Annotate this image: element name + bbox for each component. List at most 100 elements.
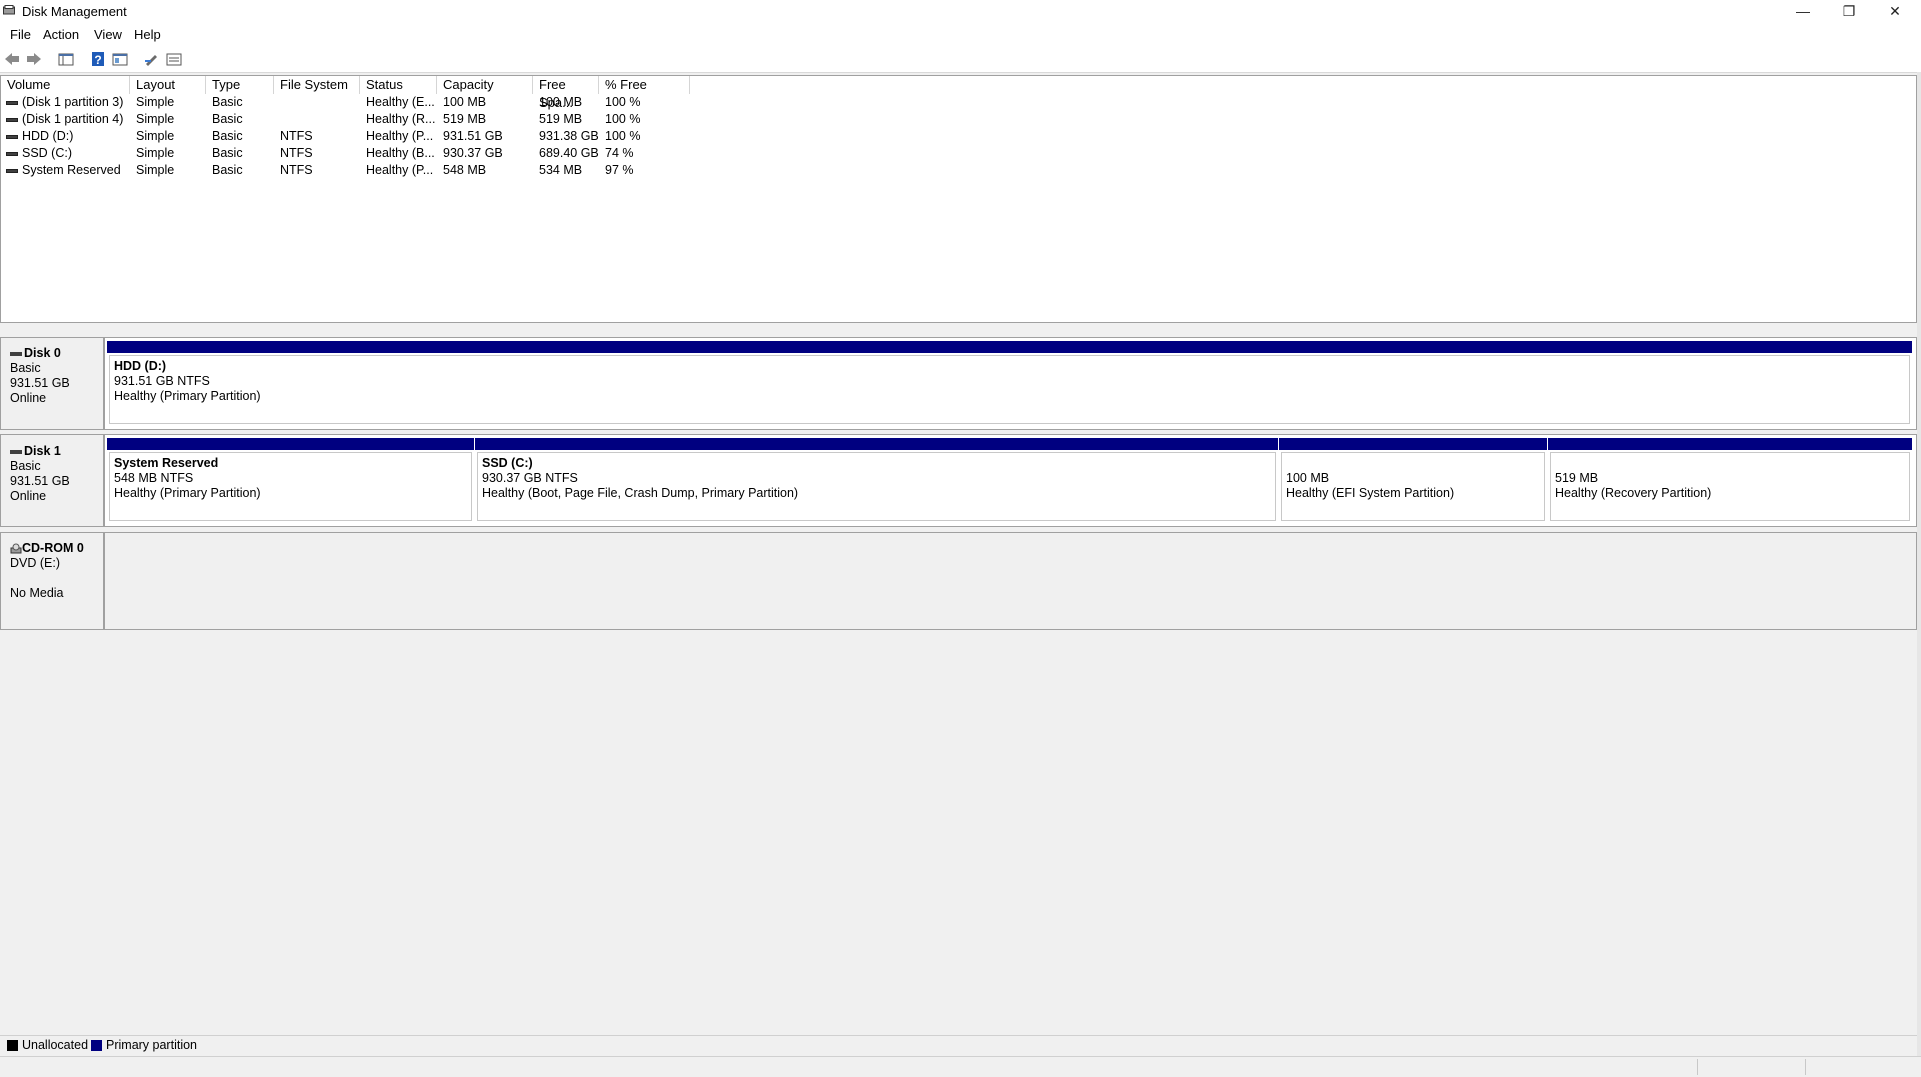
partition-efi-system[interactable]: 100 MB Healthy (EFI System Partition) <box>1279 438 1547 523</box>
cell-type: Basic <box>212 146 243 160</box>
partition-name: System Reserved <box>114 456 219 470</box>
disk-0-name: Disk 0 <box>24 346 61 360</box>
partition-name <box>1555 456 1905 471</box>
partition-name <box>1286 456 1540 471</box>
table-row[interactable]: HDD (D:) Simple Basic NTFS Healthy (P...… <box>1 128 1916 145</box>
cell-capacity: 931.51 GB <box>443 129 503 143</box>
cell-type: Basic <box>212 163 243 177</box>
cell-status: Healthy (R... <box>366 112 436 126</box>
partition-size: 100 MB <box>1286 471 1330 485</box>
column-header-free-space[interactable]: Free Spa... <box>533 76 599 110</box>
disk-1-type: Basic <box>10 459 41 473</box>
disk-1-size: 931.51 GB <box>10 474 70 488</box>
close-button[interactable]: ✕ <box>1872 0 1918 24</box>
cell-file-system <box>274 94 360 111</box>
cell-status: Healthy (E... <box>366 95 435 109</box>
column-header-layout[interactable]: Layout <box>130 76 206 94</box>
cdrom-0-drive: DVD (E:) <box>10 556 60 570</box>
cell-volume: HDD (D:) <box>22 129 74 143</box>
partition-status: Healthy (Recovery Partition) <box>1555 486 1712 500</box>
restore-button[interactable]: ❐ <box>1826 0 1872 24</box>
table-row[interactable]: System Reserved Simple Basic NTFS Health… <box>1 162 1916 179</box>
cdrom-0-media-area[interactable] <box>104 532 1917 630</box>
cell-volume: SSD (C:) <box>22 146 72 160</box>
menu-view[interactable]: View <box>94 27 122 42</box>
column-header-file-system[interactable]: File System <box>274 76 360 94</box>
partition-size: 931.51 GB NTFS <box>114 374 210 388</box>
partition-name: HDD (D:) <box>114 359 167 373</box>
cdrom-0-status: No Media <box>10 586 64 600</box>
help-icon[interactable]: ? <box>89 50 107 68</box>
cell-free-space: 519 MB <box>539 112 583 126</box>
partition-status: Healthy (Primary Partition) <box>114 486 261 500</box>
cell-file-system: NTFS <box>280 163 313 177</box>
disk-icon <box>10 449 22 454</box>
disk-0-partitions: HDD (D:) 931.51 GB NTFS Healthy (Primary… <box>104 337 1917 430</box>
cell-layout: Simple <box>136 129 175 143</box>
cell-status: Healthy (P... <box>366 129 434 143</box>
table-row[interactable]: (Disk 1 partition 4) Simple Basic Health… <box>1 111 1916 128</box>
properties-icon[interactable] <box>111 50 129 68</box>
menu-action[interactable]: Action <box>43 27 79 42</box>
toolbar: ? <box>0 46 1921 73</box>
legend-unallocated: Unallocated <box>22 1038 89 1052</box>
table-row[interactable]: SSD (C:) Simple Basic NTFS Healthy (B...… <box>1 145 1916 162</box>
cdrom-0-label[interactable]: CD-ROM 0 DVD (E:) No Media <box>0 532 104 630</box>
partition-name: SSD (C:) <box>482 456 533 470</box>
column-header-capacity[interactable]: Capacity <box>437 76 533 94</box>
forward-icon[interactable] <box>25 50 43 68</box>
partition-recovery[interactable]: 519 MB Healthy (Recovery Partition) <box>1548 438 1912 523</box>
cell-type: Basic <box>212 95 243 109</box>
edit-icon[interactable] <box>143 50 161 68</box>
cell-capacity: 100 MB <box>443 95 487 109</box>
cdrom-0-name: CD-ROM 0 <box>22 541 84 555</box>
disk-1-label[interactable]: Disk 1 Basic 931.51 GB Online <box>0 434 104 527</box>
partition-status: Healthy (Primary Partition) <box>114 389 261 403</box>
cell-layout: Simple <box>136 112 175 126</box>
window-scrollbar[interactable] <box>1917 72 1921 1056</box>
cell-layout: Simple <box>136 95 175 109</box>
primary-partition-bar <box>107 438 474 450</box>
disk-0-label[interactable]: Disk 0 Basic 931.51 GB Online <box>0 337 104 430</box>
volume-list: Volume Layout Type File System Status Ca… <box>0 75 1917 323</box>
minimize-button[interactable]: — <box>1780 0 1826 24</box>
primary-partition-bar <box>1548 438 1912 450</box>
column-header-type[interactable]: Type <box>206 76 274 94</box>
column-header-status[interactable]: Status <box>360 76 437 94</box>
cell-volume: System Reserved <box>22 163 121 177</box>
menu-help[interactable]: Help <box>134 27 161 42</box>
cell-status: Healthy (P... <box>366 163 434 177</box>
primary-partition-bar <box>1279 438 1547 450</box>
title-bar: Disk Management — ❐ ✕ <box>0 0 1921 24</box>
column-header-percent-free[interactable]: % Free <box>599 76 690 94</box>
partition-size: 519 MB <box>1555 471 1599 485</box>
cell-percent-free: 97 % <box>605 163 634 177</box>
disk-1-partitions: System Reserved 548 MB NTFS Healthy (Pri… <box>104 434 1917 527</box>
cell-file-system <box>274 111 360 128</box>
svg-text:?: ? <box>94 53 101 67</box>
disk-0-type: Basic <box>10 361 41 375</box>
cell-status: Healthy (B... <box>366 146 435 160</box>
table-row[interactable]: (Disk 1 partition 3) Simple Basic Health… <box>1 94 1916 111</box>
disk-management-app-icon <box>3 5 15 15</box>
cell-type: Basic <box>212 112 243 126</box>
column-header-volume[interactable]: Volume <box>1 76 130 94</box>
partition-ssd-c[interactable]: SSD (C:) 930.37 GB NTFS Healthy (Boot, P… <box>475 438 1278 523</box>
menu-file[interactable]: File <box>10 27 31 42</box>
list-view-icon[interactable] <box>165 50 183 68</box>
partition-system-reserved[interactable]: System Reserved 548 MB NTFS Healthy (Pri… <box>107 438 474 523</box>
partition-hdd-d[interactable]: HDD (D:) 931.51 GB NTFS Healthy (Primary… <box>107 341 1912 426</box>
disk-0-size: 931.51 GB <box>10 376 70 390</box>
partition-status: Healthy (Boot, Page File, Crash Dump, Pr… <box>482 486 799 500</box>
unallocated-swatch <box>7 1040 18 1051</box>
partition-status: Healthy (EFI System Partition) <box>1286 486 1455 500</box>
menu-bar: File Action View Help <box>0 24 1921 46</box>
console-tree-icon[interactable] <box>57 50 75 68</box>
cell-free-space: 689.40 GB <box>539 146 599 160</box>
cell-file-system: NTFS <box>280 146 313 160</box>
legend: Unallocated Primary partition <box>0 1035 1917 1056</box>
cell-free-space: 100 MB <box>539 95 583 109</box>
disk-0-status: Online <box>10 391 47 405</box>
back-icon[interactable] <box>3 50 21 68</box>
cell-free-space: 534 MB <box>539 163 583 177</box>
